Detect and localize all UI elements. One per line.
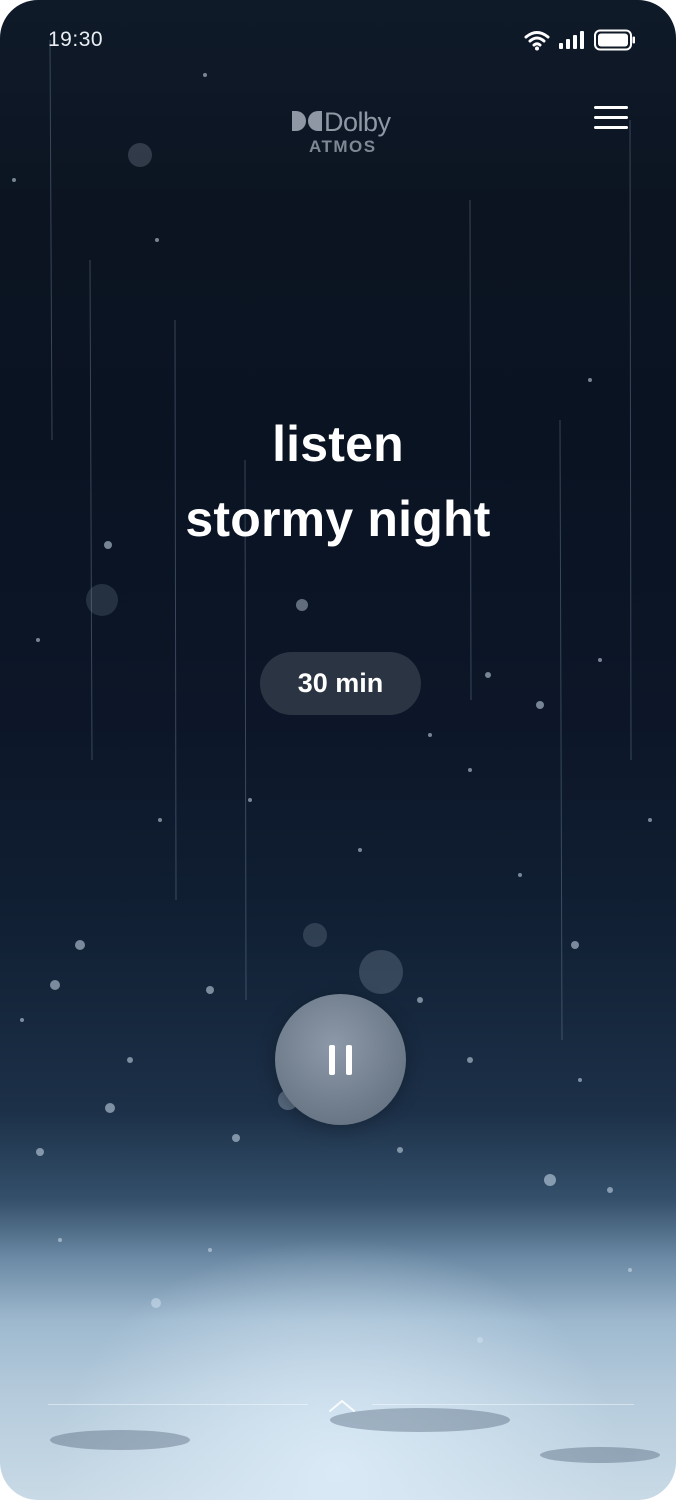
logo-sub: ATMOS <box>309 137 377 156</box>
status-bar: 19:30 <box>48 26 636 54</box>
bottom-divider-left <box>48 1404 308 1405</box>
signal-icon <box>559 31 584 49</box>
pause-button[interactable] <box>275 994 406 1125</box>
pause-icon <box>329 1044 352 1075</box>
status-icons <box>524 29 636 51</box>
status-time: 19:30 <box>48 28 104 51</box>
bottom-divider-right <box>372 1404 634 1405</box>
hamburger-menu-icon[interactable] <box>594 106 628 136</box>
title-line-1: listen <box>272 416 404 472</box>
player-screen: 19:30 Dolby ATMOS listen stormy night 30… <box>0 0 676 1500</box>
wifi-icon <box>524 31 550 51</box>
title-line-2: stormy night <box>185 491 491 547</box>
rain-background <box>12 39 660 1463</box>
dolby-double-d-icon <box>292 111 322 131</box>
logo-brand: Dolby <box>324 107 391 137</box>
dolby-atmos-logo: Dolby ATMOS <box>292 107 402 159</box>
chevron-up-icon[interactable] <box>328 1398 356 1414</box>
battery-icon <box>594 29 635 51</box>
duration-button[interactable]: 30 min <box>260 652 421 715</box>
